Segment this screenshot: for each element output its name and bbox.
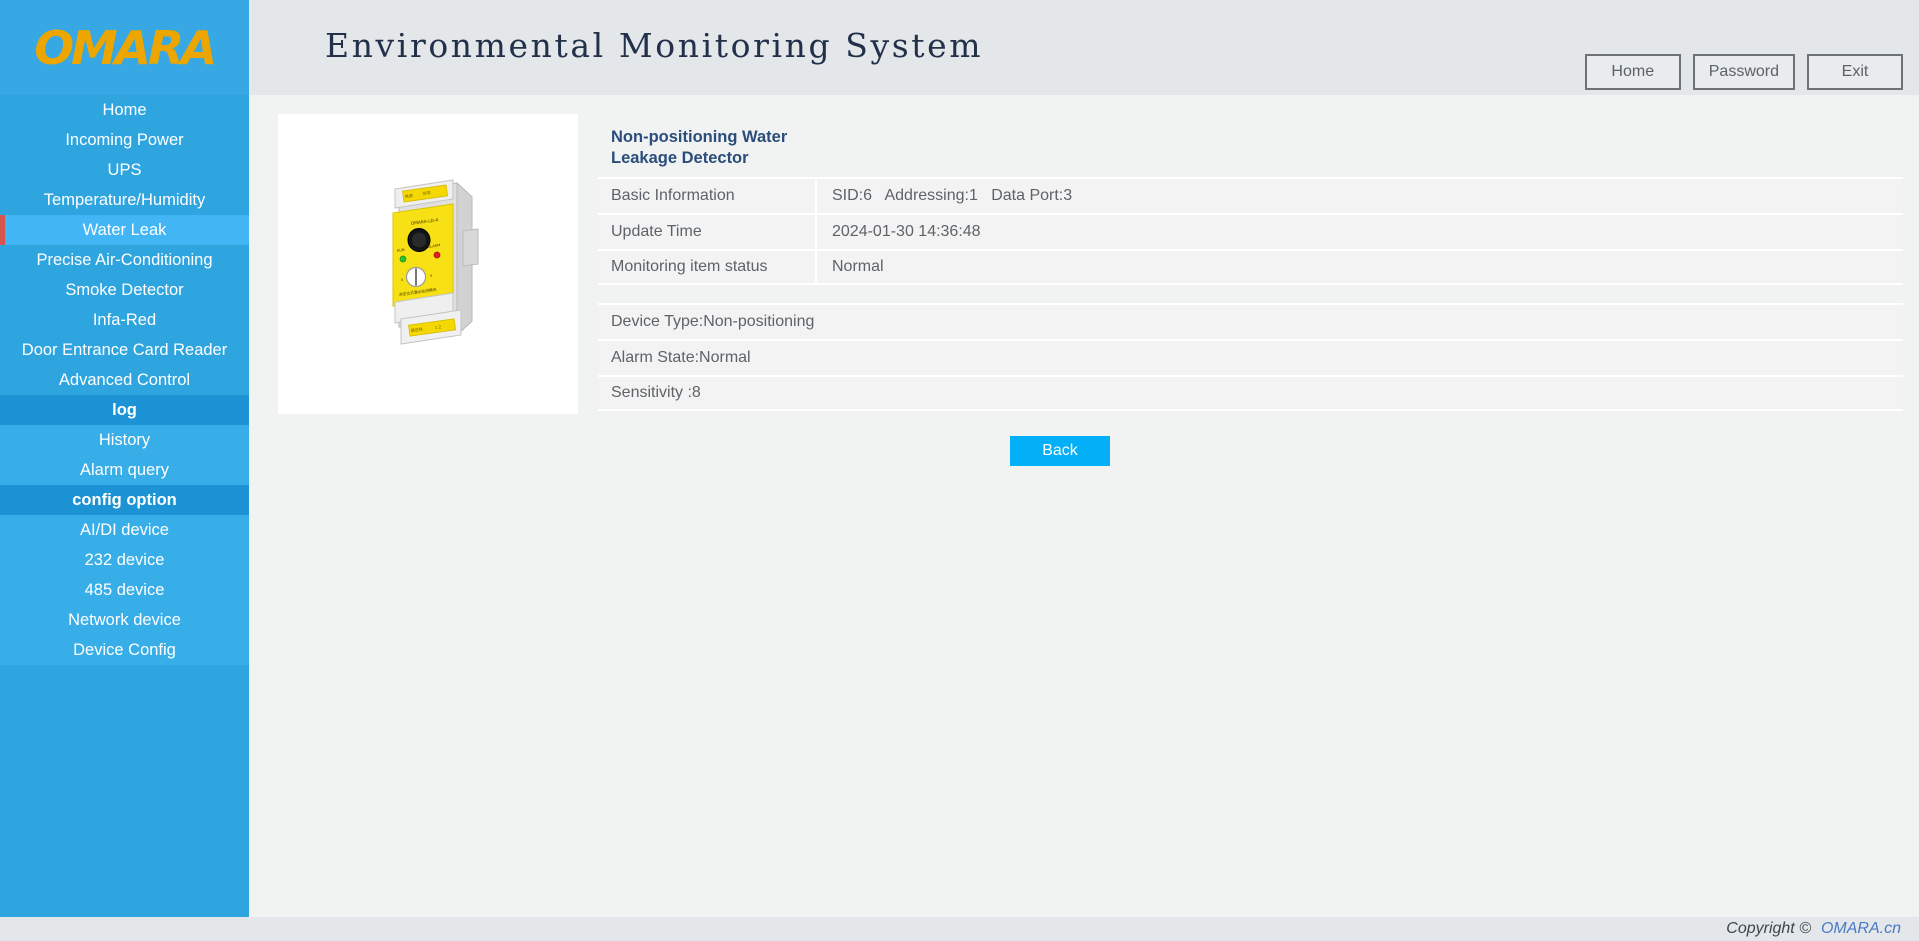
table-separator (598, 285, 1903, 303)
table-row: Device Type:Non-positioning (598, 303, 1903, 339)
svg-text:1 2: 1 2 (434, 324, 441, 330)
device-title: Non-positioning Water Leakage Detector (611, 128, 788, 167)
table-row: Update Time 2024-01-30 14:36:48 (598, 213, 1903, 249)
sidebar-item-ai-di-device[interactable]: AI/DI device (0, 515, 249, 545)
sidebar-item-485-device[interactable]: 485 device (0, 575, 249, 605)
sidebar-item-232-device[interactable]: 232 device (0, 545, 249, 575)
copyright-site-link[interactable]: OMARA.cn (1821, 920, 1901, 938)
copyright-text: Copyright © (1726, 920, 1811, 937)
table-row: Alarm State:Normal (598, 339, 1903, 375)
sidebar-item-temperature-humidity[interactable]: Temperature/Humidity (0, 185, 249, 215)
header-button-group: Home Password Exit (1584, 54, 1903, 90)
sidebar-item-history[interactable]: History (0, 425, 249, 455)
device-detail-panel: 电源 信号 OMARA-LD-A RUN ALARM 0 9 非定位式漏水检测模… (278, 114, 1903, 466)
status-badge: Normal (832, 258, 884, 275)
sidebar-section-log: log (0, 395, 249, 425)
row-value-device-type: Device Type:Non-positioning (611, 313, 815, 330)
row-value-update-time: 2024-01-30 14:36:48 (832, 223, 981, 240)
page-title: Environmental Monitoring System (325, 26, 984, 65)
sidebar-navigation: Home Incoming Power UPS Temperature/Humi… (0, 95, 249, 917)
top-header-bar: OMARA Environmental Monitoring System Ho… (0, 0, 1919, 95)
sidebar-item-precise-air-conditioning[interactable]: Precise Air-Conditioning (0, 245, 249, 275)
brand-logo[interactable]: OMARA (0, 0, 249, 95)
page-footer: Copyright © OMARA.cn (0, 917, 1919, 941)
svg-text:信号: 信号 (422, 189, 431, 196)
back-button-row: Back (598, 436, 1903, 466)
sidebar-group-config: AI/DI device 232 device 485 device Netwo… (0, 515, 249, 665)
sidebar-section-config-option: config option (0, 485, 249, 515)
svg-text:电源: 电源 (404, 192, 413, 199)
sidebar-item-incoming-power[interactable]: Incoming Power (0, 125, 249, 155)
home-button[interactable]: Home (1584, 54, 1681, 90)
svg-text:9: 9 (430, 274, 432, 278)
table-row: Sensitivity :8 (598, 375, 1903, 411)
sidebar-item-network-device[interactable]: Network device (0, 605, 249, 635)
device-image-container: 电源 信号 OMARA-LD-A RUN ALARM 0 9 非定位式漏水检测模… (278, 114, 578, 414)
exit-button[interactable]: Exit (1807, 54, 1903, 90)
sidebar-group-log: History Alarm query (0, 425, 249, 485)
sidebar-item-ups[interactable]: UPS (0, 155, 249, 185)
sidebar-item-alarm-query[interactable]: Alarm query (0, 455, 249, 485)
logo-text: OMARA (34, 20, 217, 75)
sidebar-item-water-leak[interactable]: Water Leak (0, 215, 249, 245)
sidebar-item-smoke-detector[interactable]: Smoke Detector (0, 275, 249, 305)
table-row: Basic Information SID:6 Addressing:1 Dat… (598, 177, 1903, 213)
row-label-update-time: Update Time (598, 215, 817, 249)
row-label-monitoring-item-status: Monitoring item status (598, 251, 817, 283)
main-content-area: 电源 信号 OMARA-LD-A RUN ALARM 0 9 非定位式漏水检测模… (249, 95, 1919, 917)
water-leak-detector-icon: 电源 信号 OMARA-LD-A RUN ALARM 0 9 非定位式漏水检测模… (392, 179, 479, 345)
table-row: Monitoring item status Normal (598, 249, 1903, 285)
row-label-basic-information: Basic Information (598, 179, 817, 213)
row-value-sensitivity: Sensitivity :8 (611, 384, 701, 401)
sidebar-item-infa-red[interactable]: Infa-Red (0, 305, 249, 335)
svg-text:0: 0 (401, 278, 403, 282)
application-root: OMARA Environmental Monitoring System Ho… (0, 0, 1919, 941)
sidebar-item-home[interactable]: Home (0, 95, 249, 125)
row-value-alarm-state: Alarm State:Normal (611, 349, 751, 366)
sidebar-item-door-entrance-card-reader[interactable]: Door Entrance Card Reader (0, 335, 249, 365)
password-button[interactable]: Password (1692, 54, 1795, 90)
row-value-basic-information: SID:6 Addressing:1 Data Port:3 (832, 187, 1073, 204)
sidebar-item-device-config[interactable]: Device Config (0, 635, 249, 665)
device-details: Non-positioning Water Leakage Detector B… (598, 114, 1903, 411)
back-button[interactable]: Back (1010, 436, 1110, 466)
sidebar-item-advanced-control[interactable]: Advanced Control (0, 365, 249, 395)
